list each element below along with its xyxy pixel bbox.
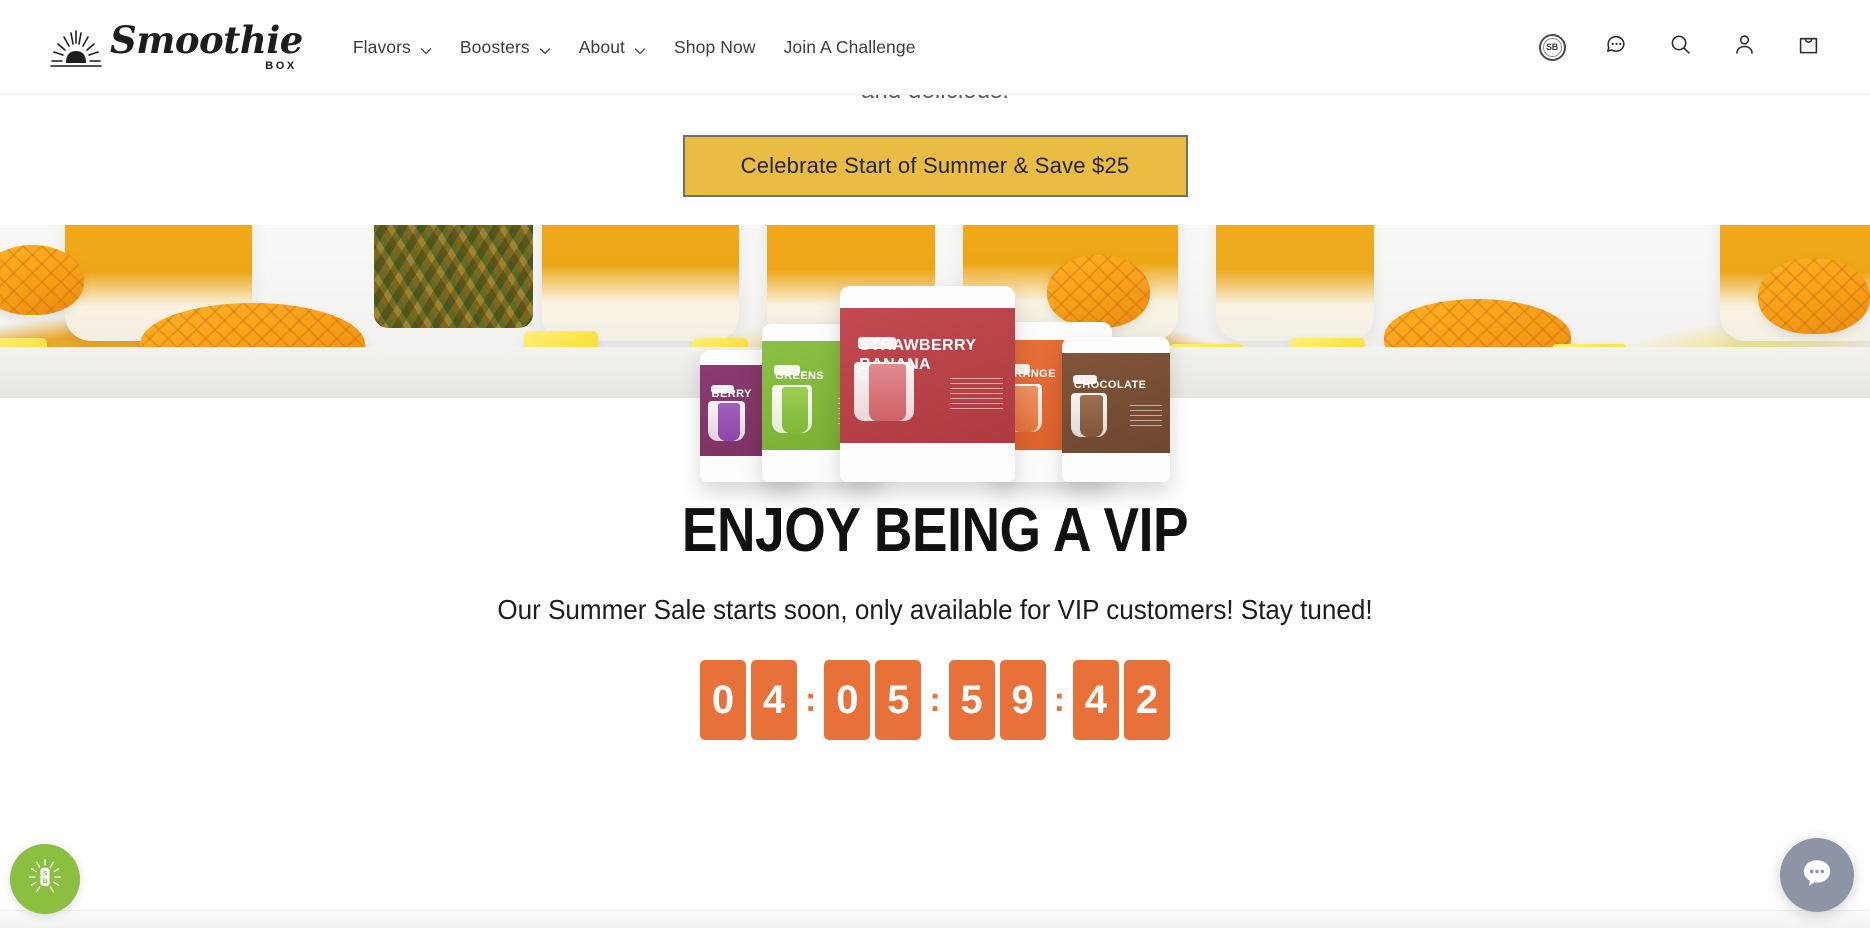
countdown-digit: 0 — [824, 660, 871, 740]
nav-label: Flavors — [352, 36, 411, 57]
logo-sub-text: BOX — [265, 60, 297, 72]
chevron-down-icon — [420, 41, 432, 55]
countdown-group-days: 0 4 — [700, 660, 797, 740]
nav-label: Boosters — [459, 36, 530, 57]
site-logo[interactable]: Smoothie BOX — [48, 22, 303, 72]
sb-pouch-sunburst-icon: S B — [25, 857, 65, 902]
nav-item-flavors[interactable]: Flavors — [339, 27, 446, 68]
page-bottom-divider — [0, 910, 1870, 928]
cart-button[interactable] — [1788, 27, 1828, 67]
shopping-bag-icon — [1796, 32, 1821, 62]
countdown-digit: 2 — [1123, 660, 1170, 740]
page-title: ENJOY BEING A VIP — [681, 496, 1189, 565]
main-navigation: Flavors Boosters About Shop Now Join A C… — [339, 27, 930, 68]
svg-text:S: S — [43, 870, 47, 877]
chat-bubble-icon — [1604, 32, 1629, 62]
product-pouch-chocolate[interactable]: CHOCOLATE — [1062, 337, 1170, 482]
countdown-group-seconds: 4 2 — [1072, 660, 1170, 740]
countdown-separator: : — [929, 681, 941, 719]
header-actions: SB — [1532, 27, 1828, 67]
sb-badge-icon: SB — [1538, 33, 1566, 61]
nav-item-about[interactable]: About — [565, 27, 660, 68]
vip-subtitle: Our Summer Sale starts soon, only availa… — [497, 594, 1373, 625]
user-icon — [1732, 32, 1757, 62]
product-pouch-strawberry-banana[interactable]: STRAWBERRY BANANA SMOOTHIE MIX — [840, 286, 1015, 482]
nav-item-join-a-challenge[interactable]: Join A Challenge — [770, 27, 930, 68]
pouch-flavor-label: CHOCOLATE — [1073, 378, 1147, 391]
product-pouch-lineup: BERRY GREENS STRAWBERRY BANANA SMOOTHIE … — [700, 262, 1170, 482]
nav-label: Join A Challenge — [783, 36, 916, 57]
logo-wordmark: Smoothie BOX — [110, 18, 303, 73]
sunburst-icon — [48, 25, 104, 69]
countdown-digit: 4 — [1072, 660, 1119, 740]
search-icon — [1668, 32, 1693, 62]
chevron-down-icon — [539, 41, 551, 55]
site-header: Smoothie BOX Flavors Boosters About Shop… — [0, 0, 1870, 95]
hero-cta-container: Celebrate Start of Summer & Save $25 — [0, 108, 1870, 225]
chat-bubble-icon — [1797, 853, 1837, 898]
countdown-digit: 4 — [751, 660, 797, 740]
page-root: and delicious. Celebrate Start of Summer… — [0, 0, 1870, 928]
countdown-digit: 5 — [948, 660, 995, 740]
countdown-separator: : — [805, 681, 817, 719]
svg-text:B: B — [43, 877, 48, 884]
chat-bubble-button[interactable] — [1596, 27, 1636, 67]
countdown-group-minutes: 5 9 — [948, 660, 1046, 740]
rewards-launcher-button[interactable]: S B — [10, 844, 80, 914]
vip-section: ENJOY BEING A VIP Our Summer Sale starts… — [0, 500, 1870, 740]
countdown-group-hours: 0 5 — [824, 660, 922, 740]
sb-rewards-badge-button[interactable]: SB — [1532, 27, 1572, 67]
countdown-timer: 0 4 : 0 5 : 5 9 : 4 2 — [0, 660, 1870, 740]
hero-overlay: and delicious. Celebrate Start of Summer… — [0, 77, 1870, 225]
nav-label: About — [578, 36, 626, 57]
countdown-separator: : — [1053, 681, 1065, 719]
logo-script-text: Smoothie — [110, 18, 303, 62]
nav-label: Shop Now — [674, 36, 756, 57]
countdown-digit: 0 — [700, 660, 746, 740]
nav-item-boosters[interactable]: Boosters — [446, 27, 565, 68]
celebrate-summer-save-button[interactable]: Celebrate Start of Summer & Save $25 — [682, 134, 1188, 197]
chevron-down-icon — [634, 41, 646, 55]
sb-badge-label: SB — [1546, 42, 1558, 52]
nav-item-shop-now[interactable]: Shop Now — [660, 27, 770, 68]
search-button[interactable] — [1660, 27, 1700, 67]
countdown-digit: 5 — [875, 660, 922, 740]
account-button[interactable] — [1724, 27, 1764, 67]
countdown-digit: 9 — [999, 660, 1046, 740]
chat-launcher-button[interactable] — [1780, 838, 1854, 912]
